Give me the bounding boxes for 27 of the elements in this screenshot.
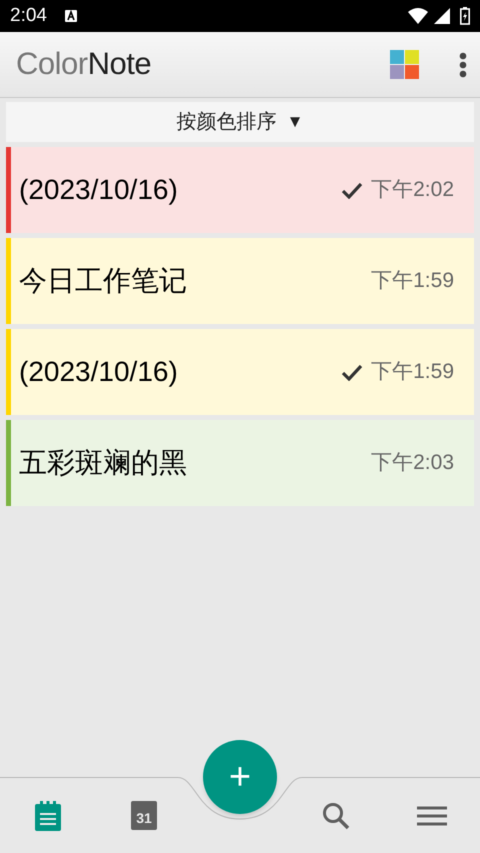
nav-tab[interactable]: 31 <box>96 778 192 853</box>
note-time: 下午2:02 <box>371 177 454 204</box>
signal-icon <box>434 8 450 24</box>
note-title: 今日工作笔记 <box>19 264 188 298</box>
sort-dropdown[interactable]: 按颜色排序 ▼ <box>6 102 474 142</box>
status-time: 2:04 <box>10 4 47 28</box>
note-card[interactable]: 今日工作笔记 下午1:59 <box>6 238 474 324</box>
calendar-icon: 31 <box>131 801 157 830</box>
more-options-icon[interactable] <box>459 52 467 78</box>
note-time: 下午1:59 <box>371 268 454 294</box>
note-card[interactable]: (2023/10/16) 下午2:02 <box>6 147 474 233</box>
note-title: (2023/10/16) <box>19 355 179 389</box>
note-time: 下午1:59 <box>371 359 454 386</box>
notification-icon <box>64 10 77 22</box>
note-card[interactable]: 五彩斑斓的黑 下午2:03 <box>6 420 474 506</box>
app-logo: ColorNote <box>16 45 152 84</box>
menu-icon <box>417 806 447 826</box>
color-palette-icon[interactable] <box>390 50 419 79</box>
note-title: 五彩斑斓的黑 <box>19 446 188 480</box>
battery-icon <box>460 7 470 25</box>
note-time: 下午2:03 <box>371 450 454 476</box>
search-icon <box>322 802 350 830</box>
add-note-button[interactable]: + <box>203 740 277 814</box>
note-card[interactable]: (2023/10/16) 下午1:59 <box>6 329 474 415</box>
note-title: (2023/10/16) <box>19 173 179 207</box>
wifi-icon <box>408 8 428 24</box>
notebook-icon <box>35 800 61 830</box>
